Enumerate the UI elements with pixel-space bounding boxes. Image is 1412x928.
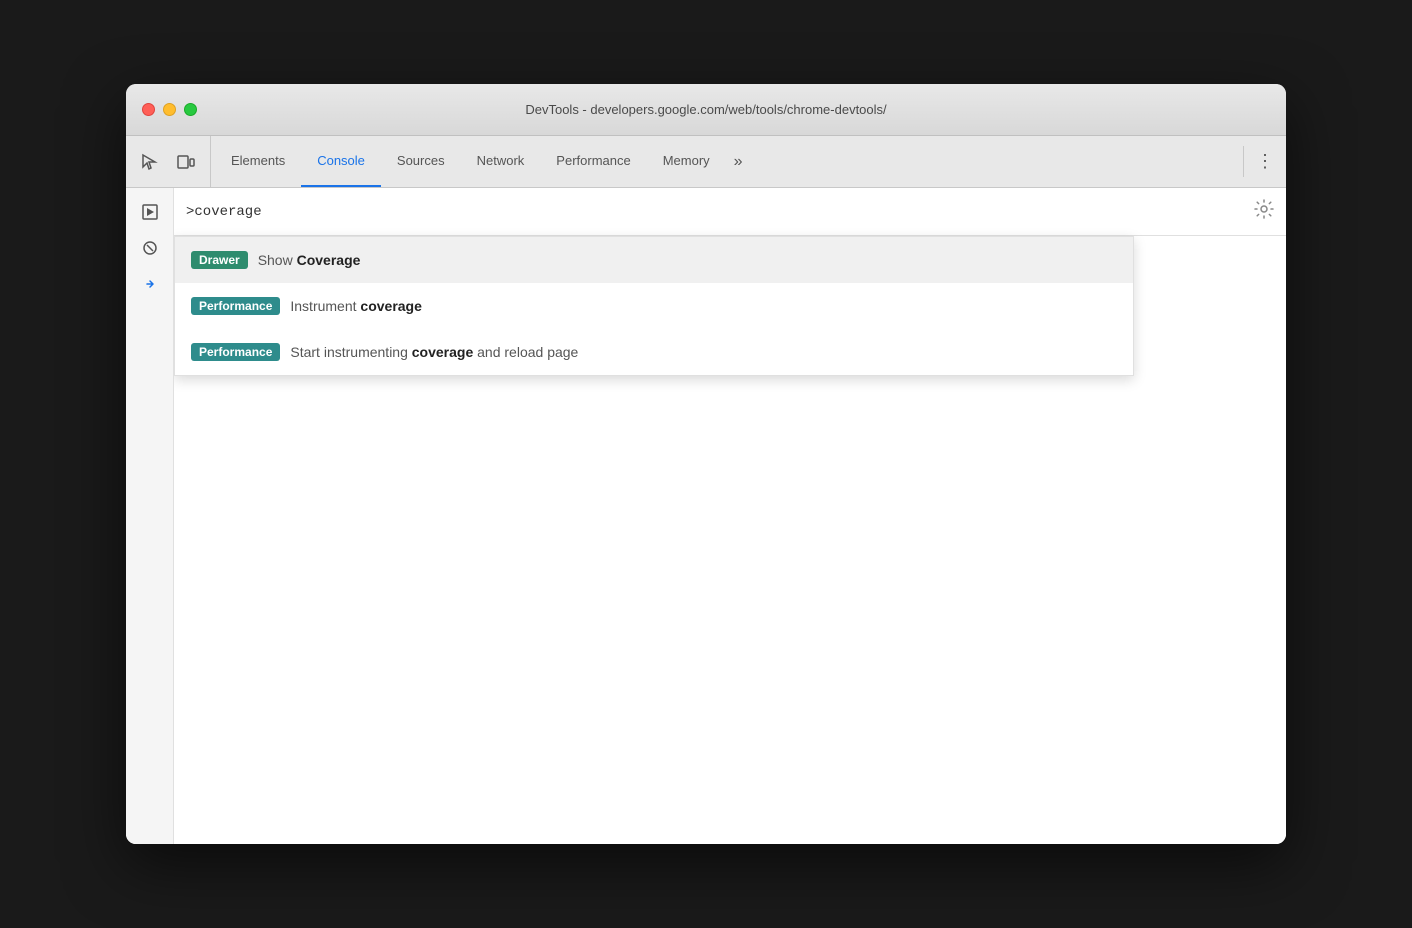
settings-gear[interactable] [1254,199,1274,224]
devtools-sidebar-icons [126,136,211,187]
performance-badge-2: Performance [191,343,280,361]
left-sidebar [126,188,174,844]
tab-sources[interactable]: Sources [381,136,461,187]
traffic-lights [142,103,197,116]
device-toolbar-button[interactable] [170,146,202,178]
autocomplete-item-show-coverage[interactable]: Drawer Show Coverage [175,237,1133,283]
autocomplete-item-start-instrumenting[interactable]: Performance Start instrumenting coverage… [175,329,1133,375]
autocomplete-text-start-instrumenting: Start instrumenting coverage and reload … [290,344,578,360]
autocomplete-text-show-coverage: Show Coverage [258,252,361,268]
autocomplete-item-instrument-coverage[interactable]: Performance Instrument coverage [175,283,1133,329]
tab-memory[interactable]: Memory [647,136,726,187]
drawer-badge: Drawer [191,251,248,269]
tab-performance[interactable]: Performance [540,136,646,187]
autocomplete-dropdown: Drawer Show Coverage Performance Instrum… [174,236,1134,376]
filter-button[interactable] [134,232,166,264]
execute-button[interactable] [134,196,166,228]
settings-icon: ⋮ [1256,151,1274,172]
tab-network[interactable]: Network [461,136,541,187]
window-title: DevTools - developers.google.com/web/too… [525,102,886,117]
autocomplete-text-instrument-coverage: Instrument coverage [290,298,422,314]
tab-overflow-button[interactable]: » [726,136,751,187]
console-input[interactable]: >coverage [186,204,1254,220]
settings-button[interactable]: ⋮ [1244,136,1286,187]
close-button[interactable] [142,103,155,116]
title-bar: DevTools - developers.google.com/web/too… [126,84,1286,136]
devtools-content: >coverage Drawer Show Coverage [126,188,1286,844]
maximize-button[interactable] [184,103,197,116]
tab-elements[interactable]: Elements [215,136,301,187]
devtools-tab-bar: Elements Console Sources Network Perform… [126,136,1286,188]
expand-button[interactable] [134,268,166,300]
minimize-button[interactable] [163,103,176,116]
console-input-bar[interactable]: >coverage [174,188,1286,236]
inspect-element-button[interactable] [134,146,166,178]
performance-badge-1: Performance [191,297,280,315]
tab-list: Elements Console Sources Network Perform… [211,136,1243,187]
devtools-window: DevTools - developers.google.com/web/too… [126,84,1286,844]
main-area: >coverage Drawer Show Coverage [174,188,1286,844]
tab-console[interactable]: Console [301,136,381,187]
